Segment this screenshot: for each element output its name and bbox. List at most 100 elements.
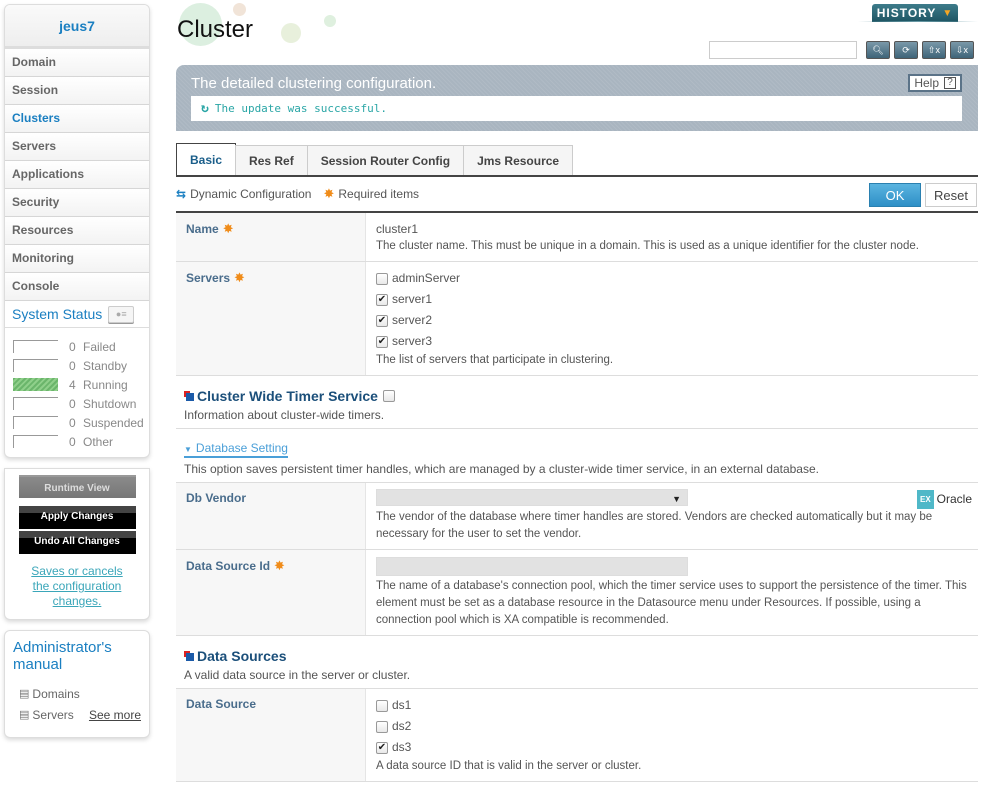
history-button[interactable]: HISTORY ▼ xyxy=(872,4,958,22)
status-count: 0 xyxy=(69,358,76,373)
checkbox-checked[interactable]: ✔ xyxy=(376,293,388,306)
status-bar xyxy=(13,359,58,372)
status-view-toggle-icon[interactable]: ●≡ xyxy=(108,305,135,323)
help-label: Help xyxy=(914,76,939,90)
field-value: ds1 ds2 ✔ ds3 A data source ID that is v… xyxy=(366,689,978,781)
description-title: The detailed clustering configuration. xyxy=(191,75,437,92)
sidebar-item-session[interactable]: Session xyxy=(5,77,149,105)
xml-upload-icon[interactable]: ⇧x xyxy=(922,41,946,59)
tab-session-router-config[interactable]: Session Router Config xyxy=(306,145,465,175)
legend-dynamic-label: Dynamic Configuration xyxy=(190,187,312,201)
caret-down-icon: ▼ xyxy=(184,445,192,454)
page-title: Cluster xyxy=(177,16,254,43)
manual-link-label[interactable]: Servers xyxy=(32,708,73,722)
servers-label: Servers xyxy=(186,271,231,285)
form-row-data-source: Data Source ds1 ds2 ✔ ds3 A data source … xyxy=(176,689,978,782)
database-form: Db Vendor ▼ EX Oracle The vendor of the … xyxy=(176,483,978,636)
checkbox-unchecked[interactable] xyxy=(376,272,388,285)
save-cancel-note-link[interactable]: Saves or cancels the configuration chang… xyxy=(5,564,149,609)
sidebar-item-clusters[interactable]: Clusters xyxy=(5,105,149,133)
ok-button[interactable]: OK xyxy=(869,183,921,207)
sidebar-item-resources[interactable]: Resources xyxy=(5,217,149,245)
basic-form: Name ✸ cluster1 The cluster name. This mu… xyxy=(176,211,978,376)
manual-link-label[interactable]: Domains xyxy=(32,687,79,701)
server-option-adminserver[interactable]: adminServer xyxy=(376,268,968,289)
status-label: Failed xyxy=(83,339,116,354)
field-label: Name ✸ xyxy=(176,213,366,261)
database-setting-desc: This option saves persistent timer handl… xyxy=(176,458,978,483)
server-option-server3[interactable]: ✔ server3 xyxy=(376,331,968,352)
field-value: ▼ EX Oracle The vendor of the database w… xyxy=(366,483,978,549)
option-label: ds2 xyxy=(392,719,412,733)
tab-bar: Basic Res Ref Session Router Config Jms … xyxy=(176,143,978,177)
system-status-header: System Status ●≡ xyxy=(5,301,149,328)
runtime-view-button[interactable]: Runtime View xyxy=(18,475,136,498)
data-sources-section-header: Data Sources xyxy=(176,636,978,666)
form-row-name: Name ✸ cluster1 The cluster name. This mu… xyxy=(176,213,978,262)
checkbox-checked[interactable]: ✔ xyxy=(376,314,388,327)
sidebar: jeus7 Domain Session Clusters Servers Ap… xyxy=(4,4,150,738)
see-more-link[interactable]: See more xyxy=(89,708,141,722)
field-label: Db Vendor xyxy=(176,483,366,549)
field-label: Servers ✸ xyxy=(176,262,366,375)
checkbox-unchecked[interactable] xyxy=(376,720,388,733)
nav-panel: jeus7 Domain Session Clusters Servers Ap… xyxy=(4,4,150,458)
legend-required-label: Required items xyxy=(338,187,420,201)
sidebar-item-security[interactable]: Security xyxy=(5,189,149,217)
data-source-option-ds1[interactable]: ds1 xyxy=(376,695,968,716)
toolbar: 🔍︎ ⟳ ⇧x ⇩x xyxy=(709,41,974,59)
tab-basic[interactable]: Basic xyxy=(176,143,237,175)
domain-title[interactable]: jeus7 xyxy=(5,5,149,49)
data-sources-desc: A valid data source in the server or clu… xyxy=(176,666,978,689)
sidebar-item-domain[interactable]: Domain xyxy=(5,49,149,77)
search-input[interactable] xyxy=(709,41,857,59)
admin-manual-panel: Administrator's manual ▤ Domains ▤ Serve… xyxy=(4,630,150,738)
undo-all-changes-button[interactable]: Undo All Changes xyxy=(18,531,136,554)
status-label: Other xyxy=(83,434,114,449)
page-header: Cluster HISTORY ▼ 🔍︎ ⟳ ⇧x ⇩x xyxy=(176,0,978,62)
option-label: server2 xyxy=(392,313,433,327)
data-source-option-ds3[interactable]: ✔ ds3 xyxy=(376,737,968,758)
manual-link-servers[interactable]: ▤ Servers See more xyxy=(13,704,141,725)
tab-jms-resource[interactable]: Jms Resource xyxy=(463,145,574,175)
reset-button[interactable]: Reset xyxy=(925,183,977,207)
status-bar xyxy=(13,416,58,429)
manual-link-domains[interactable]: ▤ Domains xyxy=(13,683,141,704)
question-icon: ? xyxy=(944,77,956,89)
xml-download-icon[interactable]: ⇩x xyxy=(950,41,974,59)
actions-panel: Runtime View Apply Changes Undo All Chan… xyxy=(4,468,150,620)
server-option-server1[interactable]: ✔ server1 xyxy=(376,289,968,310)
checkbox-unchecked[interactable] xyxy=(376,699,388,712)
success-refresh-icon: ↻ xyxy=(201,101,209,116)
sidebar-item-console[interactable]: Console xyxy=(5,273,149,301)
checkbox-checked[interactable]: ✔ xyxy=(376,335,388,348)
tab-res-ref[interactable]: Res Ref xyxy=(235,145,308,175)
book-icon: ▤ xyxy=(19,709,30,721)
option-label: ds3 xyxy=(392,740,412,754)
database-setting-toggle[interactable]: ▼ Database Setting xyxy=(184,441,288,458)
database-setting-title: Database Setting xyxy=(195,441,288,455)
data-source-option-ds2[interactable]: ds2 xyxy=(376,716,968,737)
search-icon[interactable]: 🔍︎ xyxy=(866,41,890,59)
help-button[interactable]: Help ? xyxy=(908,74,962,92)
sidebar-item-applications[interactable]: Applications xyxy=(5,161,149,189)
data-sources-title: Data Sources xyxy=(197,648,287,664)
checkbox-checked[interactable]: ✔ xyxy=(376,741,388,754)
cluster-name-value: cluster1 xyxy=(376,222,419,236)
timer-service-checkbox[interactable] xyxy=(382,390,395,402)
section-bullet-icon xyxy=(184,391,194,401)
sidebar-item-servers[interactable]: Servers xyxy=(5,133,149,161)
admin-manual-title: Administrator's manual xyxy=(13,639,112,673)
example-badge: EX xyxy=(916,490,934,509)
status-row-other: 0 Other xyxy=(13,432,149,451)
refresh-icon[interactable]: ⟳ xyxy=(894,41,918,59)
field-help: The list of servers that participate in … xyxy=(376,354,614,366)
apply-changes-button[interactable]: Apply Changes xyxy=(18,506,136,529)
db-vendor-select[interactable]: ▼ xyxy=(376,489,688,506)
status-label: Standby xyxy=(83,358,128,373)
server-option-server2[interactable]: ✔ server2 xyxy=(376,310,968,331)
data-source-id-input[interactable] xyxy=(376,557,688,576)
section-bullet-icon xyxy=(184,651,194,661)
sidebar-item-monitoring[interactable]: Monitoring xyxy=(5,245,149,273)
history-divider xyxy=(858,21,978,22)
